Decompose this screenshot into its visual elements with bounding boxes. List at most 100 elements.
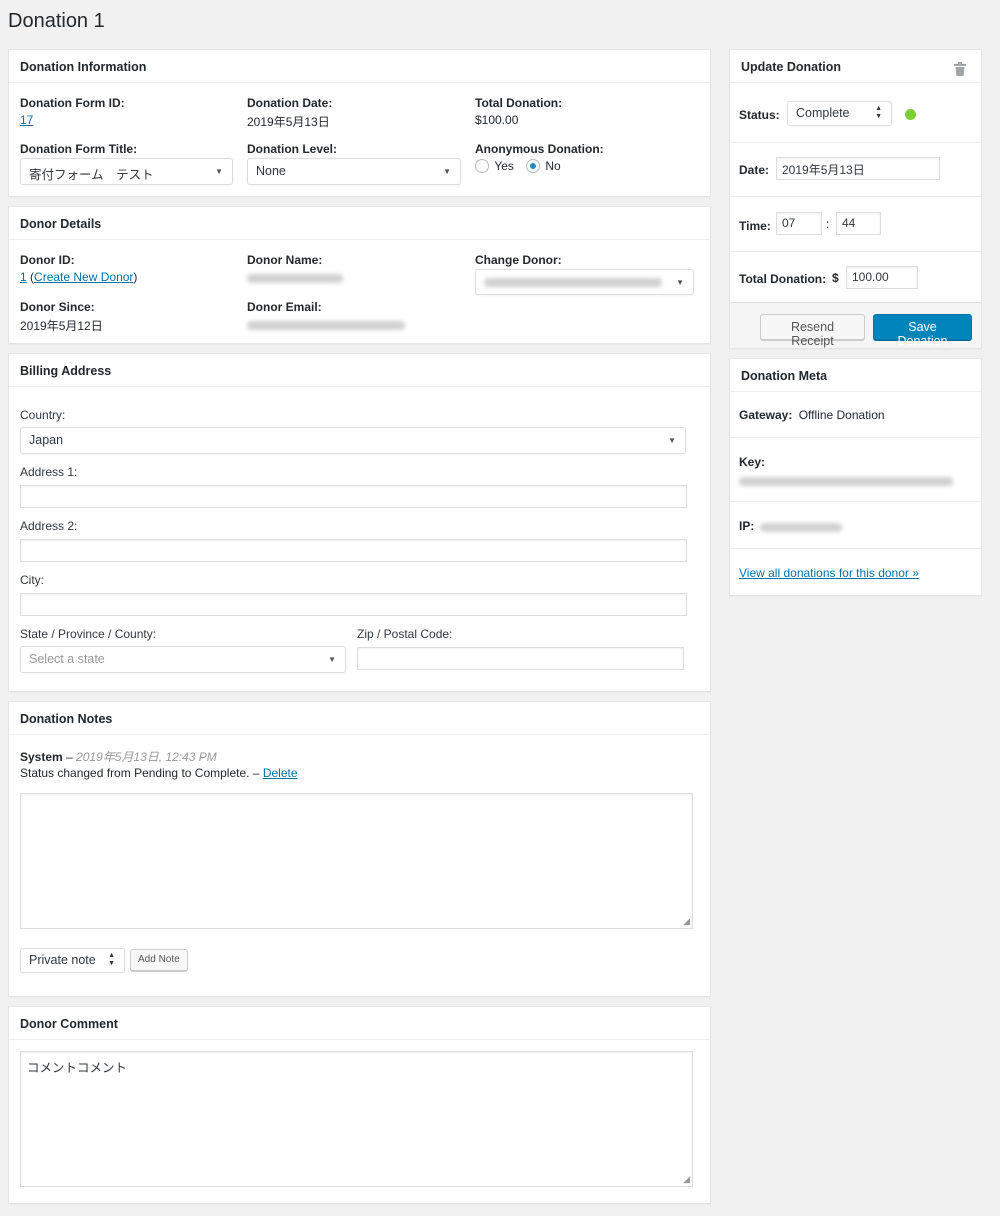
zip-label: Zip / Postal Code:	[357, 627, 453, 641]
donor-name-label: Donor Name:	[247, 253, 323, 267]
donor-comment-header: Donor Comment	[9, 1007, 710, 1040]
donation-information-header: Donation Information	[9, 50, 710, 83]
chevron-down-icon: ▼	[668, 436, 676, 445]
time-label: Time:	[739, 219, 771, 233]
change-donor-label: Change Donor:	[475, 253, 562, 267]
anonymous-donation-label: Anonymous Donation:	[475, 142, 604, 156]
donor-name-value-redacted	[247, 272, 343, 286]
donor-id-label: Donor ID:	[20, 253, 75, 267]
date-input[interactable]: 2019年5月13日	[776, 157, 940, 180]
note-type-select[interactable]: Private note ▲ ▼	[20, 948, 125, 973]
state-label: State / Province / County:	[20, 627, 157, 641]
donation-notes-header: Donation Notes	[9, 702, 710, 735]
form-id-link[interactable]: 17	[20, 113, 33, 127]
form-id-label: Donation Form ID:	[20, 96, 125, 110]
donation-meta-box: Donation Meta Gateway: Offline Donation …	[729, 358, 982, 596]
new-note-textarea[interactable]: ◢	[20, 793, 693, 929]
update-total-label: Total Donation:	[739, 272, 827, 286]
donor-email-value-redacted	[247, 319, 405, 333]
status-indicator-dot	[905, 109, 916, 120]
city-label: City:	[20, 573, 44, 587]
resize-grip-icon[interactable]: ◢	[683, 1174, 690, 1185]
country-selected: Japan	[29, 433, 64, 447]
note-type-selected: Private note	[29, 953, 96, 967]
donation-level-selected: None	[256, 164, 286, 178]
form-title-select[interactable]: 寄付フォーム テスト ▼	[20, 158, 233, 185]
radio-yes[interactable]	[475, 159, 489, 173]
anonymous-no-option[interactable]: No	[526, 159, 561, 173]
change-donor-selected-redacted	[484, 278, 662, 287]
city-input[interactable]	[20, 593, 687, 616]
donor-id-link[interactable]: 1	[20, 270, 27, 284]
state-select[interactable]: Select a state ▼	[20, 646, 346, 673]
donation-date-label: Donation Date:	[247, 96, 333, 110]
billing-address-header: Billing Address	[9, 354, 710, 387]
note-date: 2019年5月13日, 12:43 PM	[76, 750, 217, 764]
status-label: Status:	[739, 108, 780, 122]
donation-meta-header: Donation Meta	[730, 359, 981, 392]
view-all-donations-link[interactable]: View all donations for this donor »	[739, 566, 919, 580]
note-author: System	[20, 750, 63, 764]
gateway-label: Gateway:	[739, 408, 793, 422]
form-title-selected: 寄付フォーム テスト	[29, 168, 154, 182]
status-selected: Complete	[796, 106, 850, 120]
save-donation-button[interactable]: Save Donation	[873, 314, 972, 348]
donor-id-row: 1 (Create New Donor)	[20, 270, 138, 284]
delete-note-link[interactable]: Delete	[263, 766, 298, 780]
donation-notes-box: Donation Notes System – 2019年5月13日, 12:4…	[8, 701, 711, 997]
key-value-redacted	[739, 475, 953, 489]
note-meta: System – 2019年5月13日, 12:43 PM	[20, 750, 217, 764]
donor-comment-text: コメントコメント	[27, 1061, 128, 1075]
note-text: Status changed from Pending to Complete.…	[20, 766, 263, 780]
address2-label: Address 2:	[20, 519, 78, 533]
anonymous-yes-option[interactable]: Yes	[475, 159, 514, 173]
minute-input[interactable]: 44	[836, 212, 881, 235]
billing-address-box: Billing Address Country: Japan ▼ Address…	[8, 353, 711, 692]
gateway-row: Gateway: Offline Donation	[739, 408, 885, 422]
page-title: Donation 1	[8, 10, 105, 32]
hour-input[interactable]: 07	[776, 212, 822, 235]
total-donation-label: Total Donation:	[475, 96, 563, 110]
add-note-button[interactable]: Add Note	[130, 949, 188, 971]
state-placeholder: Select a state	[29, 652, 105, 666]
trash-icon[interactable]	[954, 62, 966, 76]
change-donor-select[interactable]: ▼	[475, 269, 694, 295]
gateway-value: Offline Donation	[798, 408, 885, 422]
form-title-label: Donation Form Title:	[20, 142, 138, 156]
anonymous-yes-label: Yes	[494, 159, 514, 173]
donor-since-label: Donor Since:	[20, 300, 95, 314]
country-select[interactable]: Japan ▼	[20, 427, 686, 454]
country-label: Country:	[20, 408, 66, 422]
address1-input[interactable]	[20, 485, 687, 508]
date-label: Date:	[739, 163, 770, 177]
currency-symbol: $	[832, 271, 839, 285]
total-donation-input[interactable]: 100.00	[846, 266, 918, 289]
chevron-down-icon: ▼	[328, 655, 336, 664]
updown-arrows-icon: ▲ ▼	[875, 105, 882, 120]
donor-comment-textarea[interactable]: コメントコメント ◢	[20, 1051, 693, 1187]
donation-date-value: 2019年5月13日	[247, 115, 330, 129]
create-new-donor-link[interactable]: Create New Donor	[34, 270, 133, 284]
donor-email-label: Donor Email:	[247, 300, 322, 314]
donation-level-select[interactable]: None ▼	[247, 158, 461, 185]
ip-label: IP:	[739, 519, 755, 533]
resize-grip-icon[interactable]: ◢	[683, 916, 690, 927]
chevron-down-icon: ▼	[443, 167, 451, 176]
radio-no[interactable]	[526, 159, 540, 173]
zip-input[interactable]	[357, 647, 684, 670]
address1-label: Address 1:	[20, 465, 78, 479]
donor-comment-box: Donor Comment コメントコメント ◢	[8, 1006, 711, 1204]
donor-details-box: Donor Details Donor ID: 1 (Create New Do…	[8, 206, 711, 344]
key-label: Key:	[739, 455, 766, 469]
time-separator: :	[826, 217, 830, 231]
note-text-row: Status changed from Pending to Complete.…	[20, 766, 298, 780]
chevron-down-icon: ▼	[215, 167, 223, 176]
address2-input[interactable]	[20, 539, 687, 562]
donor-since-value: 2019年5月12日	[20, 319, 103, 333]
ip-value-redacted	[760, 521, 842, 535]
anonymous-no-label: No	[545, 159, 561, 173]
resend-receipt-button[interactable]: Resend Receipt	[760, 314, 865, 348]
status-select[interactable]: Complete ▲ ▼	[787, 101, 892, 126]
updown-arrows-icon: ▲ ▼	[108, 952, 115, 967]
update-donation-box: Update Donation Status: Complete ▲ ▼ Date…	[729, 49, 982, 349]
